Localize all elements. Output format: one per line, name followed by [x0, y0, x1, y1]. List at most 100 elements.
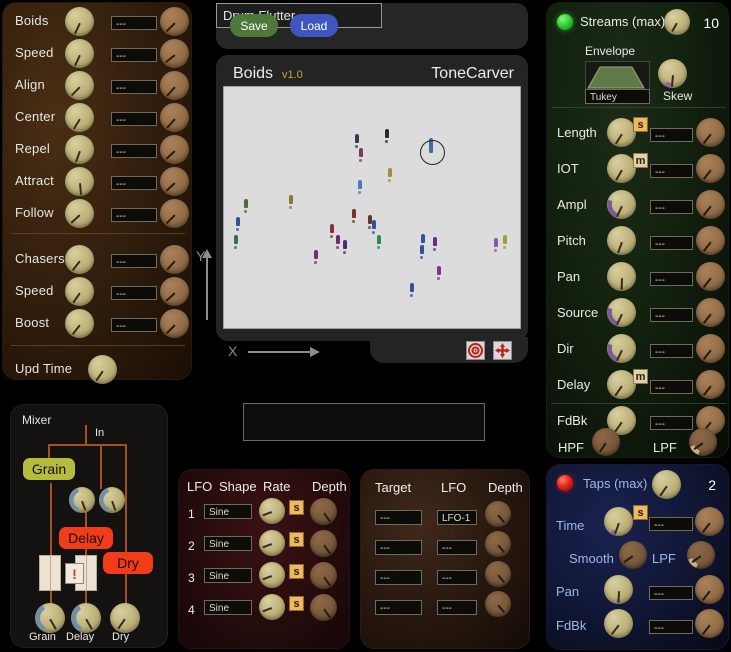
- streams-power-led[interactable]: [557, 14, 573, 30]
- boids-simulation-stage[interactable]: [223, 86, 521, 329]
- mod-target-field-3[interactable]: ---: [375, 570, 422, 585]
- knob-upd-time[interactable]: [88, 355, 117, 384]
- stream-value-pan[interactable]: ---: [650, 272, 693, 286]
- mod-target-field-4[interactable]: ---: [375, 600, 422, 615]
- lfo-sync-badge-4[interactable]: s: [289, 596, 304, 611]
- mixer-node-grain[interactable]: Grain: [23, 458, 75, 480]
- envelope-type-field[interactable]: Tukey: [585, 89, 650, 104]
- envelope-graph[interactable]: [585, 61, 650, 90]
- lfo-rate-knob-2[interactable]: [259, 530, 285, 556]
- fader-grain[interactable]: [39, 555, 61, 591]
- taps-max-knob[interactable]: [652, 470, 681, 499]
- lfo-depth-knob-3[interactable]: [310, 562, 337, 589]
- move-icon[interactable]: [493, 341, 512, 360]
- boid-sprite[interactable]: [314, 250, 318, 259]
- value-field-center[interactable]: ---: [111, 112, 157, 126]
- taps-time-sync-badge[interactable]: s: [633, 505, 648, 520]
- save-button[interactable]: Save: [230, 14, 278, 37]
- boid-sprite[interactable]: [503, 235, 507, 244]
- mod-knob-repel[interactable]: [160, 135, 189, 164]
- stream-value-source[interactable]: ---: [650, 308, 693, 322]
- boid-sprite[interactable]: [420, 245, 424, 254]
- taps-fdbk-knob[interactable]: [604, 609, 633, 638]
- lfo-depth-knob-2[interactable]: [310, 530, 337, 557]
- boid-sprite[interactable]: [330, 224, 334, 233]
- boid-sprite[interactable]: [388, 168, 392, 177]
- lfo-shape-field-3[interactable]: Sine: [204, 568, 252, 583]
- lfo-sync-badge-3[interactable]: s: [289, 564, 304, 579]
- boid-sprite[interactable]: [343, 240, 347, 249]
- stream-mod-knob-ampl[interactable]: [696, 190, 725, 219]
- knob-speed[interactable]: [65, 39, 94, 68]
- boid-sprite[interactable]: [236, 217, 240, 226]
- boid-sprite[interactable]: [359, 148, 363, 157]
- knob-attract[interactable]: [65, 167, 94, 196]
- mod-lfo-field-4[interactable]: ---: [437, 600, 477, 615]
- stream-knob-iot[interactable]: [607, 154, 636, 183]
- stream-mod-knob-delay[interactable]: [696, 370, 725, 399]
- stream-value-fdbk[interactable]: ---: [650, 416, 693, 430]
- value-field-boost-b[interactable]: ---: [111, 318, 157, 332]
- lfo-depth-knob-4[interactable]: [310, 594, 337, 621]
- boid-sprite[interactable]: [289, 195, 293, 204]
- stream-value-pitch[interactable]: ---: [650, 236, 693, 250]
- mixer-knob-delay-level[interactable]: [71, 603, 101, 633]
- stream-badge-iot[interactable]: m: [633, 153, 648, 168]
- mod-knob-boost-b[interactable]: [160, 309, 189, 338]
- mixer-knob-delay-send-a[interactable]: [69, 487, 95, 513]
- taps-time-knob[interactable]: [604, 507, 633, 536]
- stream-knob-length[interactable]: [607, 118, 636, 147]
- knob-align[interactable]: [65, 71, 94, 100]
- mixer-knob-dry-level[interactable]: [110, 603, 140, 633]
- mod-lfo-field-1[interactable]: LFO-1: [437, 510, 477, 525]
- stream-knob-ampl[interactable]: [607, 190, 636, 219]
- mod-knob-attract[interactable]: [160, 167, 189, 196]
- taps-fdbk-mod-knob[interactable]: [695, 609, 724, 638]
- stream-badge-delay[interactable]: m: [633, 369, 648, 384]
- taps-time-mod-knob[interactable]: [695, 507, 724, 536]
- boid-sprite[interactable]: [372, 220, 376, 229]
- boid-sprite[interactable]: [433, 237, 437, 246]
- mod-knob-follow[interactable]: [160, 199, 189, 228]
- skew-knob[interactable]: [658, 59, 687, 88]
- lfo-shape-field-2[interactable]: Sine: [204, 536, 252, 551]
- load-button[interactable]: Load: [290, 14, 338, 37]
- taps-smooth-knob[interactable]: [619, 541, 647, 569]
- taps-fdbk-value[interactable]: ---: [649, 620, 693, 634]
- lpf-knob[interactable]: [689, 428, 717, 456]
- mod-knob-chasers-b[interactable]: [160, 245, 189, 274]
- stream-knob-dir[interactable]: [607, 334, 636, 363]
- stream-mod-knob-length[interactable]: [696, 118, 725, 147]
- mod-lfo-field-3[interactable]: ---: [437, 570, 477, 585]
- mod-knob-speed-b[interactable]: [160, 277, 189, 306]
- value-field-repel[interactable]: ---: [111, 144, 157, 158]
- warning-button[interactable]: !: [65, 563, 84, 584]
- lfo-shape-field-1[interactable]: Sine: [204, 504, 252, 519]
- mixer-knob-grain-level[interactable]: [35, 603, 65, 633]
- stream-value-iot[interactable]: ---: [650, 164, 693, 178]
- value-field-attract[interactable]: ---: [111, 176, 157, 190]
- boid-sprite[interactable]: [494, 238, 498, 247]
- stream-badge-length[interactable]: s: [633, 117, 648, 132]
- stream-mod-knob-pan[interactable]: [696, 262, 725, 291]
- boid-sprite[interactable]: [385, 129, 389, 138]
- boid-sprite[interactable]: [377, 235, 381, 244]
- knob-boids[interactable]: [65, 7, 94, 36]
- knob-chasers-b[interactable]: [65, 245, 94, 274]
- knob-repel[interactable]: [65, 135, 94, 164]
- lfo-rate-knob-4[interactable]: [259, 594, 285, 620]
- knob-follow[interactable]: [65, 199, 94, 228]
- value-field-speed[interactable]: ---: [111, 48, 157, 62]
- mod-target-field-1[interactable]: ---: [375, 510, 422, 525]
- boid-sprite[interactable]: [355, 134, 359, 143]
- lfo-depth-knob-1[interactable]: [310, 498, 337, 525]
- mixer-knob-delay-send-b[interactable]: [99, 487, 125, 513]
- taps-time-value[interactable]: ---: [649, 517, 693, 531]
- stream-mod-knob-pitch[interactable]: [696, 226, 725, 255]
- lfo-rate-knob-1[interactable]: [259, 498, 285, 524]
- value-field-chasers-b[interactable]: ---: [111, 254, 157, 268]
- value-field-boids[interactable]: ---: [111, 16, 157, 30]
- lfo-rate-knob-3[interactable]: [259, 562, 285, 588]
- knob-speed-b[interactable]: [65, 277, 94, 306]
- knob-boost-b[interactable]: [65, 309, 94, 338]
